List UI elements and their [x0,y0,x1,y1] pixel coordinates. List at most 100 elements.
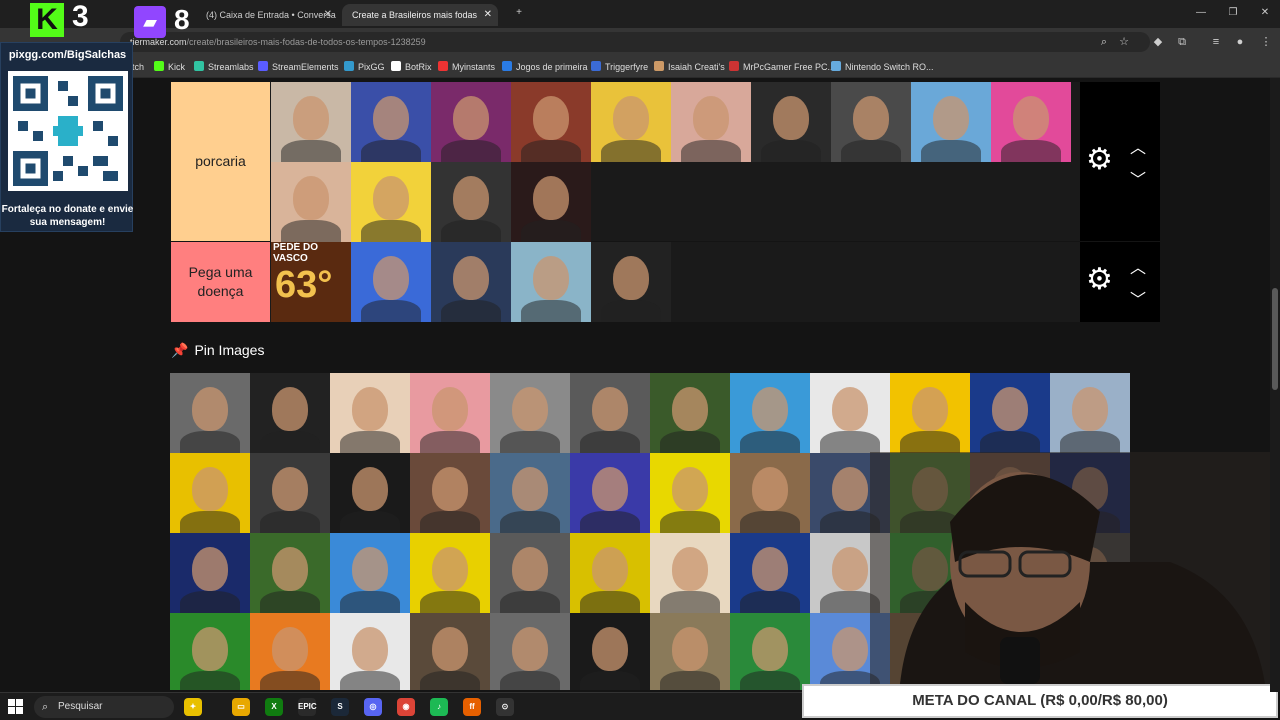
tier-image[interactable] [271,82,351,162]
tier-image[interactable] [511,82,591,162]
tab-inbox[interactable]: (4) Caixa de Entrada • Conversa ✕ [196,4,338,26]
pool-image[interactable] [570,453,650,533]
pool-image[interactable] [1050,373,1130,453]
pool-image[interactable] [170,613,250,690]
pool-image[interactable] [490,533,570,613]
pool-image[interactable] [410,453,490,533]
bookmark-isaiah[interactable]: Isaiah Creati's [654,59,725,75]
pool-image[interactable] [410,533,490,613]
epic-games-icon[interactable]: EPIC [298,698,317,716]
pool-image[interactable] [730,533,810,613]
chevron-down-icon[interactable]: ﹀ [1130,166,1146,190]
discord-icon[interactable]: ◎ [364,698,382,716]
pool-image[interactable] [410,373,490,453]
scrollbar-thumb[interactable] [1272,288,1278,390]
tier-image[interactable] [751,82,831,162]
pool-image[interactable] [170,373,250,453]
bookmark-star-icon[interactable]: ☆ [1116,34,1132,50]
bookmark-mrpcgamer[interactable]: MrPcGamer Free PC... [729,59,835,75]
tier-image[interactable] [351,162,431,242]
pool-image[interactable] [250,613,330,690]
steam-icon[interactable]: S [331,698,349,716]
gear-icon[interactable]: ⚙ [1086,262,1113,297]
gear-icon[interactable]: ⚙ [1086,142,1113,177]
pool-image[interactable] [250,533,330,613]
tier-image[interactable] [671,82,751,162]
pool-image[interactable] [810,373,890,453]
pool-image[interactable] [570,373,650,453]
xbox-icon[interactable]: X [265,698,283,716]
file-explorer-icon[interactable]: ▭ [232,698,250,716]
bookmark-pixgg[interactable]: PixGG [344,59,385,75]
media-icon[interactable]: ≡ [1208,34,1224,50]
chevron-up-icon[interactable]: ︿ [1130,134,1146,158]
pool-image[interactable] [330,533,410,613]
chevron-up-icon[interactable]: ︿ [1130,254,1146,278]
tier-image[interactable]: PEDÉ DO VASCO 63° [271,242,351,322]
tier-image[interactable] [591,82,671,162]
pool-image[interactable] [890,373,970,453]
firefox-icon[interactable]: ff [463,698,481,716]
bookmark-nintendo[interactable]: Nintendo Switch RO... [831,59,934,75]
pool-image[interactable] [650,453,730,533]
tier-label-pega-uma-doenca[interactable]: Pega uma doença [171,242,270,322]
tier-image[interactable] [351,242,431,322]
extension-icon[interactable]: ◆ [1150,34,1166,50]
tier-image[interactable] [991,82,1071,162]
pool-image[interactable] [570,533,650,613]
spotify-icon[interactable]: ♪ [430,698,448,716]
bookmark-triggerfyre[interactable]: Triggerfyre [591,59,648,75]
restore-button[interactable]: ❐ [1218,4,1248,22]
tier-image[interactable] [911,82,991,162]
pool-image[interactable] [250,373,330,453]
bookmark-streamlabs[interactable]: Streamlabs [194,59,254,75]
pool-image[interactable] [490,453,570,533]
pool-image[interactable] [570,613,650,690]
pool-image[interactable] [330,373,410,453]
windows-start-icon[interactable] [8,699,24,715]
tier-image[interactable] [271,162,351,242]
pool-image[interactable] [330,613,410,690]
pool-image[interactable] [410,613,490,690]
pool-image[interactable] [330,453,410,533]
chrome-icon[interactable]: ◉ [397,698,415,716]
widgets-icon[interactable]: ✦ [184,698,202,716]
tier-image[interactable] [511,162,591,242]
bookmark-streamelements[interactable]: StreamElements [258,59,339,75]
pool-image[interactable] [730,613,810,690]
chevron-down-icon[interactable]: ﹀ [1130,286,1146,310]
url-input[interactable]: tiermaker.com/create/brasileiros-mais-fo… [120,32,1150,52]
tier-image[interactable] [431,242,511,322]
pool-image[interactable] [970,373,1050,453]
bookmark-botrix[interactable]: BotRix [391,59,432,75]
tab-tiermaker[interactable]: Create a Brasileiros mais fodas ✕ [342,4,498,26]
pool-image[interactable] [490,613,570,690]
zoom-icon[interactable]: ⌕ [1096,34,1112,50]
bookmark-twitch[interactable]: tch [132,59,144,75]
close-window-button[interactable]: ✕ [1250,4,1280,22]
pool-image[interactable] [250,453,330,533]
close-icon[interactable]: ✕ [484,4,492,26]
extensions-puzzle-icon[interactable]: ⧉ [1174,34,1190,50]
profile-avatar[interactable]: ● [1232,34,1248,50]
tier-image[interactable] [431,82,511,162]
tier-image[interactable] [431,162,511,242]
pool-image[interactable] [170,453,250,533]
tier-image[interactable] [511,242,591,322]
menu-icon[interactable]: ⋮ [1258,34,1274,50]
pool-image[interactable] [730,453,810,533]
pool-image[interactable] [650,613,730,690]
pool-image[interactable] [730,373,810,453]
obs-icon[interactable]: ⊙ [496,698,514,716]
bookmark-jogos[interactable]: Jogos de primeira [502,59,588,75]
minimize-button[interactable]: — [1186,4,1216,22]
tier-row-porcaria[interactable] [270,82,1080,242]
taskbar-search[interactable]: ⌕ Pesquisar [34,696,174,718]
tier-image[interactable] [591,242,671,322]
tier-row-pega-uma-doenca[interactable]: PEDÉ DO VASCO 63° [270,242,1080,322]
close-icon[interactable]: ✕ [324,4,332,26]
tier-label-porcaria[interactable]: porcaria [171,82,270,241]
pool-image[interactable] [650,373,730,453]
pool-image[interactable] [170,533,250,613]
tier-image[interactable] [351,82,431,162]
